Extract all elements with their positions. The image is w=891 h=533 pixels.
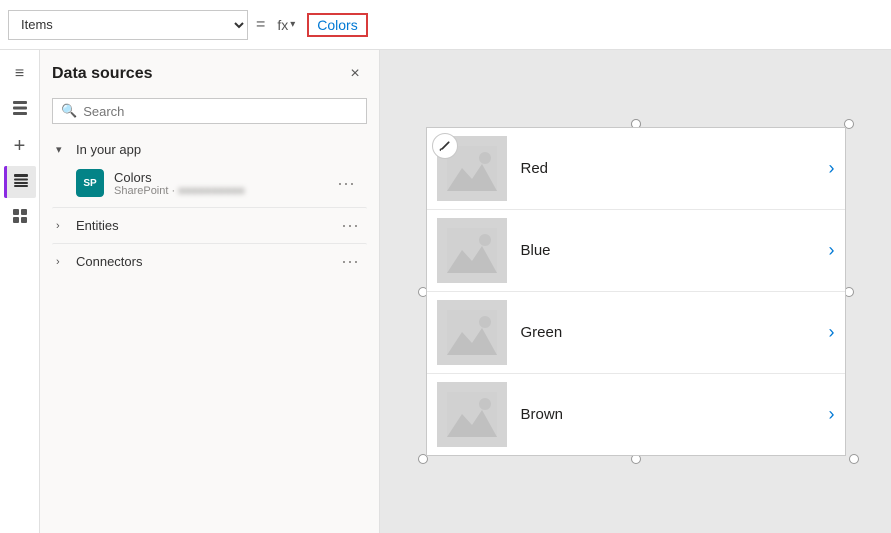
row-chevron-blue[interactable]: › (829, 240, 835, 261)
gallery-row-brown[interactable]: Brown › (427, 374, 845, 455)
search-icon: 🔍 (61, 103, 77, 119)
row-chevron-green[interactable]: › (829, 322, 835, 343)
colors-datasource-name: Colors (114, 170, 333, 185)
connectors-label: Connectors (76, 254, 142, 269)
handle-bottom-right (849, 454, 859, 464)
image-placeholder-icon-3 (447, 310, 497, 355)
chevron-right-icon: › (56, 220, 70, 232)
equals-sign: = (256, 16, 265, 34)
sharepoint-icon: SP (83, 178, 96, 189)
connectors-menu-dots[interactable]: ··· (337, 251, 363, 272)
colors-source-blurred: ●●●●●●●●●● (178, 185, 244, 197)
colors-menu-dots[interactable]: ··· (333, 173, 359, 194)
edit-button[interactable] (432, 133, 458, 159)
component-icon-btn[interactable] (4, 202, 36, 234)
search-input[interactable] (83, 104, 358, 119)
colors-datasource-info: Colors SharePoint · ●●●●●●●●●● (114, 170, 333, 197)
icon-sidebar: ≡ + (0, 50, 40, 533)
chevron-right-icon-2: › (56, 256, 70, 268)
search-box: 🔍 (52, 98, 367, 124)
row-label-blue: Blue (521, 242, 829, 259)
fx-button[interactable]: fx ▾ (273, 15, 299, 35)
entities-label: Entities (76, 218, 119, 233)
fx-label: fx (277, 17, 288, 33)
chevron-down-icon: ▾ (56, 143, 70, 156)
thumbnail-brown (437, 382, 507, 447)
image-placeholder-icon-2 (447, 228, 497, 273)
data-icon (12, 171, 30, 194)
row-chevron-brown[interactable]: › (829, 404, 835, 425)
row-chevron-red[interactable]: › (829, 158, 835, 179)
component-icon (11, 207, 29, 230)
data-icon-btn[interactable] (4, 166, 36, 198)
panel-header: Data sources × (52, 62, 367, 86)
colors-datasource-icon: SP (76, 169, 104, 197)
row-label-brown: Brown (521, 406, 829, 423)
layers-icon (11, 99, 29, 122)
thumbnail-blue (437, 218, 507, 283)
colors-datasource-item[interactable]: SP Colors SharePoint · ●●●●●●●●●● ··· (52, 163, 367, 203)
formula-select[interactable]: Items (8, 10, 248, 40)
data-sources-panel: Data sources × 🔍 ▾ In your app SP Colors… (40, 50, 380, 533)
in-your-app-label: In your app (76, 142, 141, 157)
gallery-row-blue[interactable]: Blue › (427, 210, 845, 292)
colors-datasource-source: SharePoint · ●●●●●●●●●● (114, 185, 333, 197)
chevron-down-icon: ▾ (290, 19, 295, 30)
gallery-widget: Red › Blue › (426, 127, 846, 456)
add-icon-btn[interactable]: + (4, 130, 36, 162)
layers-icon-btn[interactable] (4, 94, 36, 126)
hamburger-icon: ≡ (15, 65, 24, 83)
entities-menu-dots[interactable]: ··· (337, 215, 363, 236)
thumbnail-green (437, 300, 507, 365)
formula-bar-value[interactable]: Colors (307, 13, 367, 37)
row-label-red: Red (521, 160, 829, 177)
connectors-section-item[interactable]: › Connectors ··· (52, 243, 367, 279)
panel-title: Data sources (52, 65, 153, 83)
canvas-area: Red › Blue › (380, 50, 891, 533)
top-bar: Items = fx ▾ Colors (0, 0, 891, 50)
main-layout: ≡ + (0, 50, 891, 533)
pencil-icon (438, 139, 452, 153)
hamburger-icon-btn[interactable]: ≡ (4, 58, 36, 90)
entities-section-item[interactable]: › Entities ··· (52, 207, 367, 243)
add-icon: + (14, 135, 26, 158)
image-placeholder-icon-4 (447, 392, 497, 437)
close-button[interactable]: × (343, 62, 367, 86)
in-your-app-section: ▾ In your app SP Colors SharePoint · ●●●… (52, 136, 367, 203)
in-your-app-item[interactable]: ▾ In your app (52, 136, 367, 163)
gallery-row-red[interactable]: Red › (427, 128, 845, 210)
gallery-row-green[interactable]: Green › (427, 292, 845, 374)
row-label-green: Green (521, 324, 829, 341)
gallery-container: Red › Blue › (426, 127, 846, 456)
